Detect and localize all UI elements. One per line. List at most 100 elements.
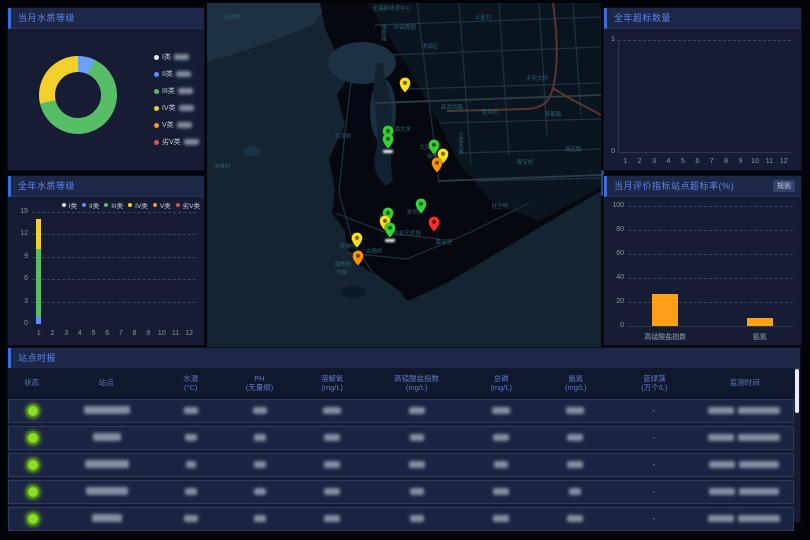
legend-item: III类 <box>154 86 199 96</box>
column-header: 溶解氧(mg/L) <box>295 374 370 393</box>
x-axis-tick-label: 8 <box>129 330 141 337</box>
map-marker-red[interactable] <box>428 216 440 232</box>
value-cell <box>538 434 612 443</box>
value-redacted <box>410 515 424 522</box>
value-redacted <box>324 515 340 522</box>
algae-cell: - <box>613 435 695 442</box>
map-marker-orange[interactable] <box>352 250 364 266</box>
value-cell <box>158 488 225 497</box>
table-row[interactable]: - <box>8 399 794 423</box>
stacked-bar-segment[interactable] <box>36 219 41 249</box>
algae-cell: - <box>613 489 695 496</box>
legend-value-redacted <box>177 122 192 128</box>
map-place-label: 沈巷 <box>336 268 347 276</box>
table-scrollbar[interactable] <box>795 369 799 413</box>
pin-icon <box>351 232 363 248</box>
map-place-label: 南杨桥 <box>335 260 352 268</box>
x-axis-category-label: 高锰酸盐指数 <box>635 332 695 342</box>
pin-icon <box>428 216 440 232</box>
map-northwest-shore <box>207 3 329 62</box>
status-ok-dot <box>26 512 40 526</box>
map-place-label: 立信大道 <box>456 132 464 154</box>
x-axis-line <box>628 326 793 327</box>
gridline <box>628 278 793 279</box>
value-redacted <box>409 407 425 414</box>
status-ok-dot <box>26 431 40 445</box>
value-redacted <box>492 407 510 414</box>
rate-bar[interactable] <box>652 294 678 326</box>
y-axis-tick-label: 0 <box>14 320 28 327</box>
timestamp-redacted <box>738 434 780 441</box>
x-axis-category-label: 氨氮 <box>730 332 790 342</box>
value-cell <box>464 434 538 443</box>
map-marker-green[interactable] <box>382 133 394 149</box>
x-axis-tick-label: 1 <box>619 158 631 165</box>
value-cell <box>295 407 369 416</box>
value-redacted <box>184 515 198 522</box>
value-cell <box>370 488 464 497</box>
map-place-label: 惠风桥 <box>482 108 499 116</box>
pin-icon <box>352 250 364 266</box>
map-marker-green[interactable] <box>415 198 427 214</box>
gridline <box>628 206 793 207</box>
y-axis-tick-label: 9 <box>14 253 28 260</box>
timestamp-redacted <box>708 407 734 414</box>
value-redacted <box>253 407 267 414</box>
map-marker-yellow[interactable] <box>351 232 363 248</box>
legend-item: 劣V类 <box>154 137 199 147</box>
station-name-redacted <box>93 433 121 441</box>
x-axis-tick-label: 2 <box>634 158 646 165</box>
station-cell <box>56 514 158 524</box>
rate-bar[interactable] <box>747 318 773 326</box>
value-cell <box>538 488 612 497</box>
station-name-redacted <box>92 514 122 522</box>
map-marker-yellow[interactable] <box>399 77 411 93</box>
annual-exceedance-chart[interactable]: 10123456789101112 <box>604 8 801 170</box>
legend-item: IV类 <box>154 103 199 113</box>
map-place-label: 具区路 <box>565 145 582 153</box>
annual-quality-stacked-chart[interactable]: 03691215123456789101112 <box>8 176 204 345</box>
map-base-svg <box>207 3 601 347</box>
timestamp-redacted <box>738 515 780 522</box>
y-axis-tick-label: 40 <box>608 274 624 281</box>
panel-annual-exceedance: 全年超标数量 10123456789101112 <box>604 8 801 170</box>
value-cell <box>295 461 369 470</box>
status-ok-dot <box>26 404 40 418</box>
panel-title: 站点时报 <box>8 348 800 369</box>
value-redacted <box>184 407 198 414</box>
x-axis-tick-label: 5 <box>677 158 689 165</box>
x-axis-tick-label: 2 <box>47 330 59 337</box>
value-cell <box>295 488 369 497</box>
stacked-bar-segment[interactable] <box>36 317 41 324</box>
table-row[interactable]: - <box>8 507 794 531</box>
x-axis-line <box>618 152 791 153</box>
map-place-label: 隐秀路 <box>379 25 387 42</box>
map-marker-orange[interactable] <box>431 157 443 173</box>
station-cell <box>56 406 158 416</box>
table-row[interactable]: - <box>8 453 794 477</box>
marker-selected-label <box>385 239 395 242</box>
value-redacted <box>254 515 266 522</box>
algae-cell: - <box>613 408 695 415</box>
status-cell <box>9 431 56 445</box>
exceedance-rate-bar-chart[interactable]: 020406080100高锰酸盐指数氨氮 <box>604 176 801 345</box>
gridline <box>32 212 196 213</box>
value-redacted <box>567 461 583 468</box>
legend-dot <box>154 140 159 145</box>
x-axis-tick-label: 4 <box>662 158 674 165</box>
donut-hole <box>55 72 101 118</box>
table-row[interactable]: - <box>8 480 794 504</box>
column-header: 蓝绿藻(万个/L) <box>613 374 696 393</box>
legend-label: IV类 <box>162 103 176 113</box>
timestamp-redacted <box>708 434 734 441</box>
y-axis-tick-label: 12 <box>14 230 28 237</box>
value-cell <box>225 407 296 416</box>
value-cell <box>370 434 464 443</box>
table-row[interactable]: - <box>8 426 794 450</box>
value-cell <box>464 515 538 524</box>
value-redacted <box>567 515 583 522</box>
stacked-bar-segment[interactable] <box>36 249 41 316</box>
city-map[interactable]: 无锡新体育中心中高教园滨湖区隐秀路五星村石皮桥天安大桥吴都路具区路高浪西路惠风桥… <box>207 3 601 347</box>
map-marker-green[interactable] <box>384 222 396 238</box>
value-redacted <box>410 488 424 495</box>
